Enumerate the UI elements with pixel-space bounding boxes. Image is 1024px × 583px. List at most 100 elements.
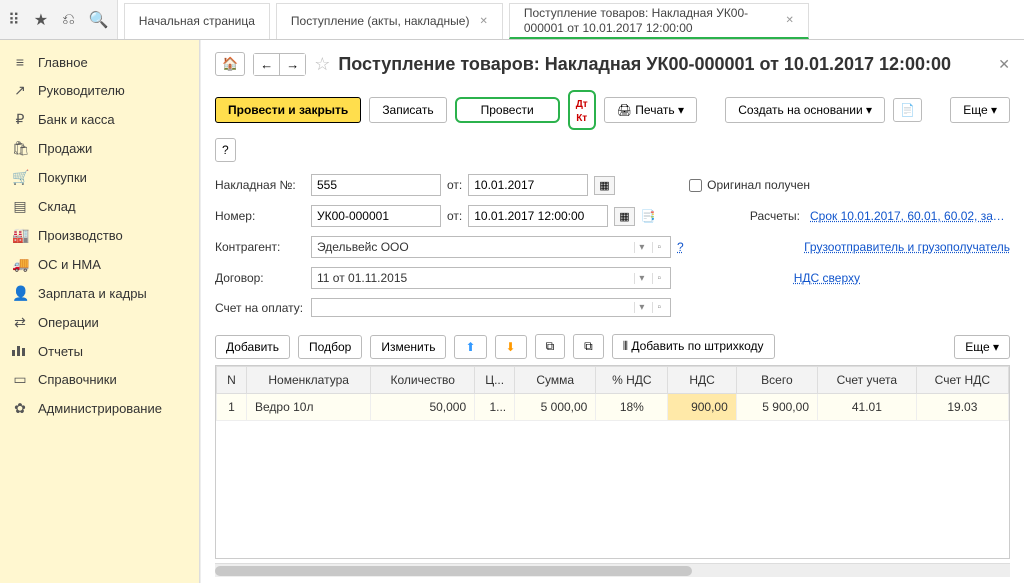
- horizontal-scrollbar[interactable]: [215, 563, 1010, 577]
- save-button[interactable]: Записать: [369, 97, 446, 123]
- home-button[interactable]: 🏠: [215, 52, 245, 76]
- more-button[interactable]: Еще ▾: [950, 97, 1010, 123]
- sidebar-item-main[interactable]: ≡Главное: [0, 48, 199, 76]
- back-button[interactable]: ←: [254, 54, 280, 75]
- number-date-input[interactable]: [468, 205, 608, 227]
- cart-icon: 🛒: [12, 169, 28, 186]
- sidebar-item-assets[interactable]: 🚚ОС и НМА: [0, 250, 199, 279]
- col-vacc[interactable]: Счет НДС: [916, 367, 1008, 394]
- bag-icon: 🛍: [12, 140, 28, 157]
- contract-combo[interactable]: 11 от 01.11.2015▾▫: [311, 267, 671, 289]
- help-icon[interactable]: ?: [677, 240, 684, 254]
- post-and-close-button[interactable]: Провести и закрыть: [215, 97, 361, 123]
- post-button[interactable]: Провести: [455, 97, 560, 123]
- dtkt-button[interactable]: ДтКт: [568, 90, 596, 130]
- factory-icon: 🏭: [12, 227, 28, 244]
- sidebar-item-purchases[interactable]: 🛒Покупки: [0, 163, 199, 192]
- chart-up-icon: ↗: [12, 82, 28, 99]
- book-icon: ▭: [12, 371, 28, 388]
- move-up-button[interactable]: ⬆: [454, 335, 486, 359]
- help-button[interactable]: ?: [215, 138, 236, 162]
- bars-icon: [12, 343, 28, 359]
- close-icon[interactable]: ✕: [998, 56, 1010, 73]
- counterparty-label: Контрагент:: [215, 240, 305, 254]
- calendar-icon[interactable]: ▦: [614, 207, 634, 226]
- sidebar-item-salary[interactable]: 👤Зарплата и кадры: [0, 279, 199, 308]
- col-sum[interactable]: Сумма: [515, 367, 596, 394]
- col-qty[interactable]: Количество: [371, 367, 475, 394]
- sidebar-item-admin[interactable]: ✿Администрирование: [0, 394, 199, 423]
- col-total[interactable]: Всего: [736, 367, 817, 394]
- page-title: Поступление товаров: Накладная УК00-0000…: [338, 54, 990, 75]
- sidebar-item-warehouse[interactable]: ▤Склад: [0, 192, 199, 221]
- table-more-button[interactable]: Еще ▾: [954, 335, 1010, 359]
- print-button[interactable]: 🖨 Печать ▾: [604, 97, 697, 123]
- edit-row-button[interactable]: Изменить: [370, 335, 446, 359]
- star-icon[interactable]: ☆: [314, 54, 330, 75]
- sidebar-item-bank[interactable]: ₽Банк и касса: [0, 105, 199, 134]
- chevron-down-icon[interactable]: ▾: [634, 302, 648, 313]
- open-icon[interactable]: ▫: [652, 302, 665, 313]
- items-grid[interactable]: N Номенклатура Количество Ц... Сумма % Н…: [215, 365, 1010, 559]
- counterparty-combo[interactable]: Эдельвейс ООО▾▫: [311, 236, 671, 258]
- original-received-checkbox[interactable]: Оригинал получен: [689, 178, 810, 192]
- sidebar-item-production[interactable]: 🏭Производство: [0, 221, 199, 250]
- sidebar-item-catalogs[interactable]: ▭Справочники: [0, 365, 199, 394]
- number-label: Номер:: [215, 209, 305, 223]
- number-input[interactable]: [311, 205, 441, 227]
- col-vatp[interactable]: % НДС: [596, 367, 668, 394]
- favorite-icon[interactable]: ★: [34, 10, 48, 30]
- calendar-icon[interactable]: ▦: [594, 176, 614, 195]
- person-icon: 👤: [12, 285, 28, 302]
- open-icon[interactable]: ▫: [652, 242, 665, 253]
- calc-link[interactable]: Срок 10.01.2017, 60.01, 60.02, зачет ...: [810, 209, 1010, 223]
- add-barcode-button[interactable]: ⦀ Добавить по штрихкоду: [612, 334, 775, 359]
- forward-button[interactable]: →: [280, 54, 305, 75]
- search-icon[interactable]: 🔍: [89, 10, 109, 30]
- attach-button[interactable]: 📄: [893, 98, 922, 122]
- dtkt-icon: ДтКт: [576, 99, 588, 124]
- tab-document[interactable]: Поступление товаров: Накладная УК00-0000…: [509, 3, 809, 39]
- contract-label: Договор:: [215, 271, 305, 285]
- invoice-label: Накладная №:: [215, 178, 305, 192]
- col-n[interactable]: N: [217, 367, 247, 394]
- paste-button[interactable]: ⧉: [573, 334, 604, 359]
- open-icon[interactable]: ▫: [652, 273, 665, 284]
- vat-link[interactable]: НДС сверху: [794, 271, 860, 285]
- sidebar-item-manager[interactable]: ↗Руководителю: [0, 76, 199, 105]
- close-icon[interactable]: ✕: [785, 15, 793, 26]
- sidebar-item-sales[interactable]: 🛍Продажи: [0, 134, 199, 163]
- stack-icon: ▤: [12, 198, 28, 215]
- move-down-button[interactable]: ⬇: [495, 335, 527, 359]
- tab-home[interactable]: Начальная страница: [124, 3, 270, 39]
- chevron-down-icon[interactable]: ▾: [634, 273, 648, 284]
- col-price[interactable]: Ц...: [475, 367, 515, 394]
- invoice-date-input[interactable]: [468, 174, 588, 196]
- shipper-link[interactable]: Грузоотправитель и грузополучатель: [804, 240, 1010, 254]
- close-icon[interactable]: ✕: [479, 16, 487, 27]
- sidebar-item-reports[interactable]: Отчеты: [0, 337, 199, 365]
- flag-icon[interactable]: 📑: [641, 209, 656, 223]
- create-based-button[interactable]: Создать на основании ▾: [725, 97, 885, 123]
- col-vat[interactable]: НДС: [668, 367, 736, 394]
- truck-icon: 🚚: [12, 256, 28, 273]
- sidebar-item-operations[interactable]: ⇄Операции: [0, 308, 199, 337]
- col-acc[interactable]: Счет учета: [818, 367, 917, 394]
- add-row-button[interactable]: Добавить: [215, 335, 290, 359]
- sidebar: ≡Главное ↗Руководителю ₽Банк и касса 🛍Пр…: [0, 40, 200, 583]
- calc-label: Расчеты:: [750, 209, 800, 223]
- swap-icon: ⇄: [12, 314, 28, 331]
- history-icon[interactable]: ⎌: [62, 11, 75, 29]
- menu-icon: ≡: [12, 54, 28, 70]
- col-nomenclature[interactable]: Номенклатура: [247, 367, 371, 394]
- apps-icon[interactable]: ⠿: [8, 10, 20, 30]
- chevron-down-icon[interactable]: ▾: [634, 242, 648, 253]
- bill-combo[interactable]: ▾▫: [311, 298, 671, 317]
- copy-button[interactable]: ⧉: [535, 334, 566, 359]
- invoice-number-input[interactable]: [311, 174, 441, 196]
- pick-button[interactable]: Подбор: [298, 335, 362, 359]
- gear-icon: ✿: [12, 400, 28, 417]
- ruble-icon: ₽: [12, 111, 28, 128]
- table-row[interactable]: 1 Ведро 10л 50,000 1... 5 000,00 18% 900…: [217, 394, 1009, 421]
- tab-receipts[interactable]: Поступление (акты, накладные)✕: [276, 3, 503, 39]
